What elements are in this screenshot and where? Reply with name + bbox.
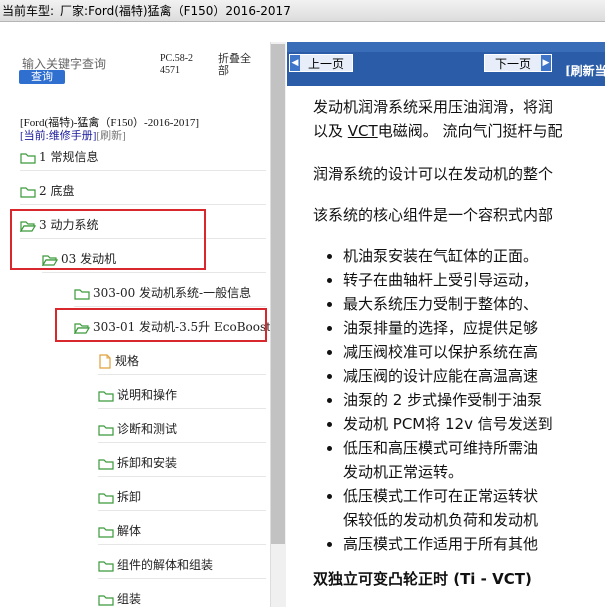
prev-page-button[interactable]: ◀ 上一页: [289, 54, 353, 72]
divider: [98, 510, 266, 511]
left-panel: 查询 PC.58-24571 折叠全部 [Ford(福特)-猛禽（F150）-2…: [0, 42, 286, 607]
folder-icon: [98, 423, 114, 436]
list-item: 最大系统压力受制于整体的、: [343, 292, 553, 316]
tree-item-chassis[interactable]: 2 底盘: [20, 182, 74, 200]
current-model-value: 厂家:Ford(福特)猛禽（F150）2016-2017: [60, 4, 291, 18]
divider: [98, 544, 266, 545]
tree-item-label: 组件的解体和组装: [117, 558, 214, 572]
tree-item-engine-general[interactable]: 303-00 发动机系统-一般信息: [74, 284, 251, 302]
arrow-left-icon: ◀: [290, 55, 300, 71]
folder-icon: [98, 389, 114, 402]
document-icon: [98, 354, 112, 369]
folder-icon: [98, 491, 114, 504]
vct-link[interactable]: VCT: [348, 122, 378, 140]
title-bar: 当前车型: 厂家:Ford(福特)猛禽（F150）2016-2017: [0, 0, 605, 22]
tree-item-label: 拆卸: [117, 490, 142, 504]
list-item: 发动机 PCM将 12v 信号发送到: [343, 412, 553, 436]
folder-icon: [98, 593, 114, 606]
highlight-box-powertrain: [10, 209, 206, 270]
refresh-current-link[interactable]: [刷新当: [565, 62, 605, 79]
left-scrollbar-thumb[interactable]: [271, 44, 285, 544]
refresh-link[interactable]: [刷新]: [96, 130, 125, 142]
tree-item-diagnosis-testing[interactable]: 诊断和测试: [98, 420, 177, 438]
highlight-box-ecoboost: [55, 308, 267, 342]
nav-strip: [287, 42, 605, 52]
tree-item-removal-installation[interactable]: 拆卸和安装: [98, 454, 177, 472]
bullet-list: 机油泵安装在气缸体的正面。 转子在曲轴杆上受引导运动， 最大系统压力受制于整体的…: [313, 244, 553, 556]
paragraph: 润滑系统的设计可以在发动机的整个: [313, 165, 554, 183]
list-line: 发动机正常运转。: [343, 463, 464, 481]
tree-item-label: 1 常规信息: [39, 150, 99, 164]
list-item: 转子在曲轴杆上受引导运动，: [343, 268, 553, 292]
tree-item-label: 组装: [117, 592, 142, 606]
content-panel: ◀ 上一页 下一页 ▶ [刷新当 发动机润滑系统采用压油润滑，将润 以及 VCT电磁…: [287, 42, 605, 607]
list-line: 保较低的发动机负荷和发动机: [343, 511, 539, 529]
tree-item-label: 说明和操作: [117, 388, 178, 402]
text-span: 电磁阀。 流向气门挺杆与配: [377, 122, 563, 140]
list-item: 高压模式工作适用于所有其他: [343, 532, 553, 556]
current-section: [当前:维修手册][刷新]: [20, 127, 126, 143]
divider: [20, 170, 266, 171]
list-item: 机油泵安装在气缸体的正面。: [343, 244, 553, 268]
list-line: 低压和高压模式可维持所需油: [343, 439, 539, 457]
tree-item-label: 诊断和测试: [117, 422, 178, 436]
tree-item-label: 2 底盘: [39, 184, 75, 198]
tree-item-component-disassembly-assembly[interactable]: 组件的解体和组装: [98, 556, 213, 574]
folder-icon: [20, 185, 36, 198]
list-item: 低压模式工作可在正常运转状保较低的发动机负荷和发动机: [343, 484, 553, 532]
divider: [20, 204, 266, 205]
divider: [98, 578, 266, 579]
tree-item-description-operation[interactable]: 说明和操作: [98, 386, 177, 404]
tree-item-assembly[interactable]: 组装: [98, 590, 141, 607]
divider: [74, 306, 266, 307]
arrow-right-icon: ▶: [541, 55, 551, 71]
tree-item-label: 解体: [117, 524, 142, 538]
list-line: 低压模式工作可在正常运转状: [343, 487, 539, 505]
paragraph: 以及 VCT电磁阀。 流向气门挺杆与配: [313, 120, 562, 141]
tree-item-general-info[interactable]: 1 常规信息: [20, 148, 98, 166]
current-label: [当前:: [20, 130, 49, 142]
divider: [98, 408, 266, 409]
collapse-all-link[interactable]: 折叠全部: [218, 53, 258, 77]
pc-code: PC.58-24571: [160, 53, 194, 76]
divider: [98, 374, 266, 375]
tree-item-label: 拆卸和安装: [117, 456, 178, 470]
tree-item-label: 规格: [115, 354, 140, 368]
tree-item-disassembly[interactable]: 解体: [98, 522, 141, 540]
next-page-button[interactable]: 下一页 ▶: [484, 54, 552, 72]
next-page-label: 下一页: [494, 57, 531, 71]
list-item: 低压和高压模式可维持所需油发动机正常运转。: [343, 436, 553, 484]
section-heading: 双独立可变凸轮正时 (Ti - VCT): [313, 570, 532, 588]
paragraph: 该系统的核心组件是一个容积式内部: [313, 206, 554, 224]
page-nav-bar: ◀ 上一页 下一页 ▶ [刷新当: [287, 42, 605, 86]
list-item: 油泵排量的选择，应提供足够: [343, 316, 553, 340]
paragraph: 发动机润滑系统采用压油润滑，将润: [313, 98, 554, 116]
repair-manual-link[interactable]: 维修手册: [49, 130, 93, 142]
current-model-label: 当前车型:: [2, 4, 55, 18]
prev-page-label: 上一页: [307, 57, 344, 71]
list-item: 减压阀的设计应能在高温高速: [343, 364, 553, 388]
tree-item-label: 303-00 发动机系统-一般信息: [93, 286, 252, 300]
tree-item-specifications[interactable]: 规格: [98, 352, 139, 370]
text-span: 以及: [313, 122, 348, 140]
divider: [42, 272, 266, 273]
list-item: 油泵的 2 步式操作受制于油泵: [343, 388, 553, 412]
folder-icon: [98, 559, 114, 572]
divider: [98, 476, 266, 477]
folder-icon: [98, 525, 114, 538]
folder-icon: [98, 457, 114, 470]
tree-item-removal[interactable]: 拆卸: [98, 488, 141, 506]
folder-icon: [74, 287, 90, 300]
divider: [98, 442, 266, 443]
folder-icon: [20, 151, 36, 164]
query-button[interactable]: 查询: [19, 70, 65, 84]
list-item: 减压阀校准可以保护系统在高: [343, 340, 553, 364]
